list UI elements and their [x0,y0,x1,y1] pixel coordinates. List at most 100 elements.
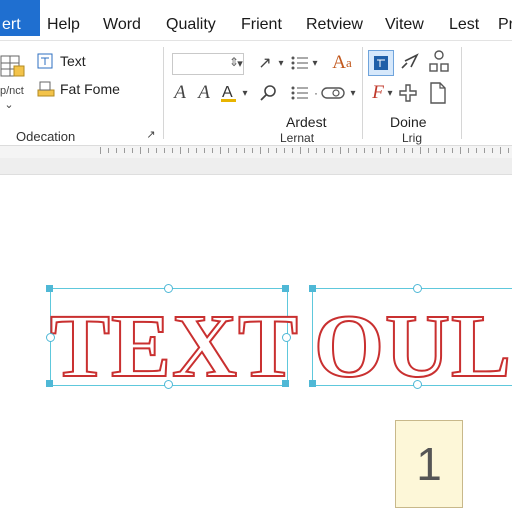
ruler-tick [492,148,493,153]
text-effects-icon[interactable]: A [195,82,213,103]
chevron-down-icon[interactable]: ▾ [386,86,394,100]
ruler-tick [116,148,117,153]
ruler-tick [228,148,229,153]
menu-vitew[interactable]: Vitew [385,0,424,40]
doine-button[interactable]: Doine [390,114,427,130]
resize-handle[interactable] [46,380,53,387]
search-icon[interactable] [258,83,278,103]
chevron-down-icon[interactable]: ▾ [310,55,320,71]
menu-lest[interactable]: Lest [449,0,479,40]
menu-frient[interactable]: Frient [241,0,282,40]
arrow-icon[interactable]: ↗ [256,54,274,72]
resize-handle[interactable] [46,285,53,292]
ruler-tick [124,148,125,153]
list-icon[interactable] [290,84,310,102]
menu-retview[interactable]: Retview [306,0,363,40]
ruler-tick [156,148,157,153]
group-label-odecation: Odecation [16,129,76,144]
page-number-box[interactable]: 1 [395,420,463,508]
ruler-tick [428,148,429,153]
chevron-down-icon[interactable]: ▾ [348,86,358,100]
document-icon[interactable] [428,81,448,105]
ruler-tick [188,148,189,153]
outline-text-2[interactable]: OUL [313,301,512,393]
ruler-tick [324,148,325,153]
font-color-icon[interactable]: A [219,81,239,105]
ruler-tick [276,148,277,153]
ruler-tick [452,148,453,153]
resize-handle[interactable] [309,285,316,292]
ruler-tick [100,147,101,154]
horizontal-ruler[interactable] [0,145,512,159]
italic-a-icon[interactable]: A [171,82,189,103]
ruler-tick [212,148,213,153]
ruler-tick [388,148,389,153]
ruler-tick [300,147,301,154]
ruler-tick [508,148,509,153]
text-box-icon [37,52,55,70]
layout-icon[interactable] [368,50,394,76]
menu-help[interactable]: Help [47,0,80,40]
dialog-launcher-icon[interactable]: ↗ [145,128,157,141]
list-icon[interactable] [290,54,310,72]
outline-text-1[interactable]: TEXT [49,301,299,393]
resize-handle[interactable] [164,284,173,293]
ruler-tick [436,148,437,153]
group-separator [362,47,363,139]
chevron-down-icon[interactable]: ▾ [240,86,250,100]
shapes-icon[interactable] [428,50,450,74]
ruler-tick [332,148,333,153]
ruler-tick [460,147,461,154]
ruler-tick [500,147,501,154]
resize-handle[interactable] [413,380,422,389]
formula-icon[interactable]: F [368,82,388,104]
resize-handle[interactable] [282,285,289,292]
pen-check-icon[interactable] [399,52,419,72]
ruler-tick [476,148,477,153]
ruler-tick [172,148,173,153]
menu-insert[interactable]: ert [0,0,40,36]
group-label-lernat: Lernat [280,131,315,145]
svg-text:A: A [222,84,233,101]
move-icon[interactable] [398,83,418,103]
ruler-tick [404,148,405,153]
resize-handle[interactable] [282,333,291,342]
ruler-tick [204,148,205,153]
change-case-icon[interactable]: Aa [330,52,354,74]
chevron-down-icon[interactable]: ⌄ [3,99,15,111]
resize-handle[interactable] [413,284,422,293]
ardest-button[interactable]: Ardest [286,114,326,130]
group-separator [163,47,164,139]
ruler-tick [412,148,413,153]
ruler-tick [380,147,381,154]
text-button[interactable]: Text [60,53,86,69]
resize-handle[interactable] [164,380,173,389]
resize-handle[interactable] [46,333,55,342]
ruler-tick [372,148,373,153]
fat-fome-button[interactable]: Fat Fome [60,81,120,97]
ruler-tick [484,148,485,153]
ruler-gap [0,158,512,175]
menu-pr[interactable]: Pr [498,0,512,40]
chevron-down-icon[interactable]: ▾ [234,55,246,71]
ruler-tick [340,147,341,154]
chevron-down-icon[interactable]: ▾ [276,55,286,71]
ruler-tick [444,148,445,153]
ruler-tick [348,148,349,153]
ribbon: p/nct ⌄ Text Fat Fome Odecation ↗ ⇕ ▾ ↗ … [0,41,512,145]
ruler-tick [236,148,237,153]
ruler-tick [468,148,469,153]
table-icon[interactable] [0,51,26,81]
ruler-tick [148,148,149,153]
menu-bar: ert Help Word Quality Frient Retview Vit… [0,0,512,41]
ruler-tick [252,148,253,153]
menu-quality[interactable]: Quality [166,0,216,40]
resize-handle[interactable] [309,380,316,387]
partial-button-label[interactable]: p/nct [0,85,24,97]
ruler-tick [284,148,285,153]
menu-word[interactable]: Word [103,0,141,40]
link-icon[interactable] [320,84,348,102]
resize-handle[interactable] [282,380,289,387]
dot-icon: · [314,86,318,100]
ruler-tick [244,148,245,153]
